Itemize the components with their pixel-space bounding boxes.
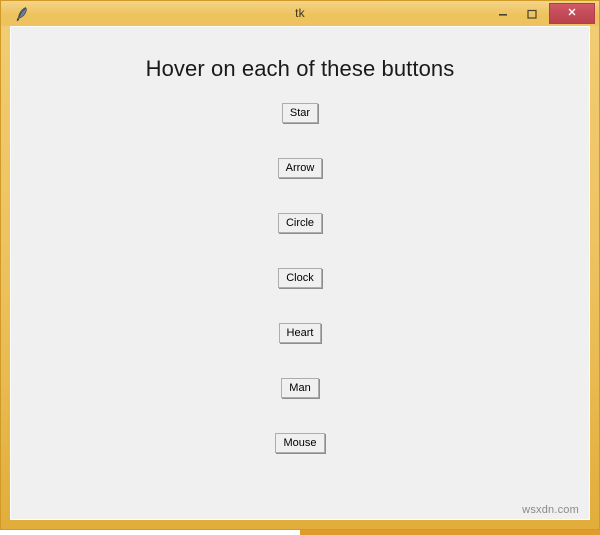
close-icon [566, 5, 578, 23]
close-button[interactable] [549, 3, 595, 24]
window-controls [488, 1, 599, 26]
minimize-icon [497, 8, 509, 20]
button-mouse[interactable]: Mouse [275, 433, 325, 453]
window-bottom-shadow [0, 530, 600, 535]
minimize-button[interactable] [488, 3, 517, 24]
page-title: Hover on each of these buttons [145, 56, 455, 81]
client-area: Hover on each of these buttons Star Arro… [10, 26, 590, 520]
maximize-icon [526, 8, 538, 20]
watermark: wsxdn.com [522, 504, 579, 516]
title-bar[interactable]: tk [1, 1, 599, 26]
button-heart[interactable]: Heart [278, 323, 322, 343]
button-list: Star Arrow Circle Clock Heart Man Mouse [11, 103, 589, 488]
button-clock[interactable]: Clock [278, 268, 322, 288]
button-star[interactable]: Star [281, 103, 319, 123]
button-circle[interactable]: Circle [277, 213, 323, 233]
button-arrow[interactable]: Arrow [277, 158, 323, 178]
feather-icon [14, 6, 30, 22]
maximize-button[interactable] [517, 3, 546, 24]
application-window: tk Hover on each of these buttons Star A… [0, 0, 600, 530]
button-man[interactable]: Man [281, 378, 319, 398]
